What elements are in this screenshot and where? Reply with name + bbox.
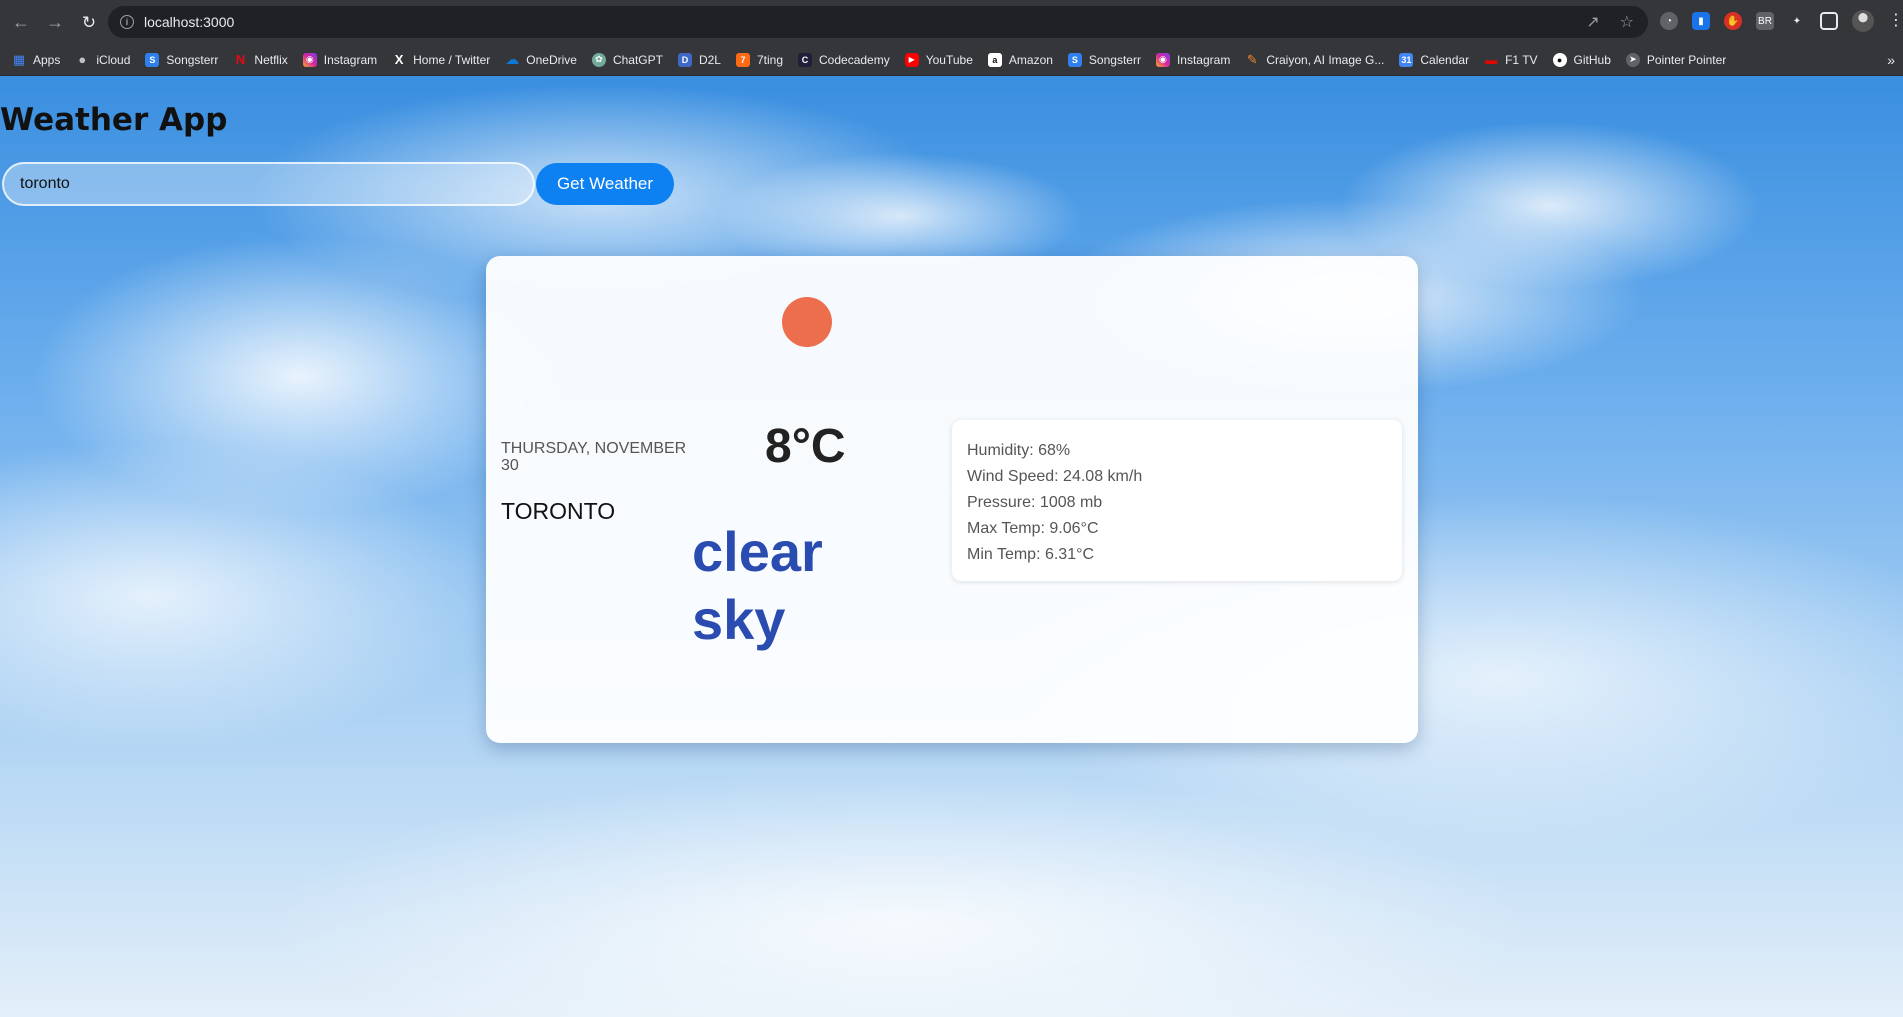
calendar-icon: 31 bbox=[1399, 52, 1414, 67]
bookmark-onedrive[interactable]: ☁ OneDrive bbox=[505, 51, 577, 67]
weather-description: clear sky bbox=[692, 520, 823, 652]
reload-icon[interactable]: ↻ bbox=[76, 9, 102, 35]
bookmark-codecademy[interactable]: C Codecademy bbox=[798, 52, 890, 67]
bookmark-netflix[interactable]: N Netflix bbox=[233, 52, 288, 67]
bookmark-twitter[interactable]: X Home / Twitter bbox=[392, 52, 490, 67]
bookmark-songsterr-2[interactable]: S Songsterr bbox=[1067, 52, 1141, 67]
browser-toolbar: ← → ↻ i localhost:3000 ↗ ☆ ◔ ▮ ✋ BR ✦ ⋮ bbox=[0, 0, 1903, 44]
extension-adblock-icon[interactable]: ✋ bbox=[1724, 12, 1742, 30]
forward-arrow-icon[interactable]: → bbox=[42, 9, 68, 35]
bookmark-star-icon[interactable]: ☆ bbox=[1620, 12, 1634, 32]
bookmark-7ting[interactable]: 7 7ting bbox=[735, 52, 783, 67]
bookmarks-overflow-icon[interactable]: » bbox=[1887, 52, 1895, 68]
songsterr-icon: S bbox=[1067, 52, 1082, 67]
pointer-icon: ➤ bbox=[1625, 52, 1640, 67]
github-icon: ● bbox=[1552, 52, 1567, 67]
weather-city: Toronto bbox=[501, 498, 616, 524]
bookmark-calendar[interactable]: 31 Calendar bbox=[1399, 52, 1469, 67]
d2l-icon: D bbox=[677, 52, 692, 67]
craiyon-icon: ✎ bbox=[1246, 51, 1258, 67]
min-temp-text: Min Temp: 6.31°C bbox=[967, 546, 1095, 563]
extension-speed-icon[interactable]: ◔ bbox=[1660, 12, 1678, 30]
side-panel-icon[interactable] bbox=[1820, 12, 1838, 30]
songsterr-icon: S bbox=[145, 52, 160, 67]
wind-speed-text: Wind Speed: 24.08 km/h bbox=[967, 468, 1143, 485]
city-search-input[interactable] bbox=[2, 162, 535, 206]
share-icon[interactable]: ↗ bbox=[1586, 12, 1599, 32]
bookmark-github[interactable]: ● GitHub bbox=[1552, 52, 1611, 67]
pressure-text: Pressure: 1008 mb bbox=[967, 494, 1103, 511]
get-weather-button[interactable]: Get Weather bbox=[536, 163, 674, 205]
site-info-icon[interactable]: i bbox=[120, 15, 134, 29]
max-temp-text: Max Temp: 9.06°C bbox=[967, 520, 1099, 537]
address-bar[interactable]: i localhost:3000 ↗ ☆ bbox=[108, 6, 1648, 38]
codecademy-icon: C bbox=[798, 52, 813, 67]
url-text[interactable]: localhost:3000 bbox=[144, 14, 234, 30]
page-viewport: Weather App Get Weather Thursday, Novemb… bbox=[0, 76, 1903, 1017]
bookmark-icloud[interactable]: ● iCloud bbox=[75, 52, 130, 67]
weather-card: Thursday, November 30 Toronto 8°C clear … bbox=[486, 256, 1418, 743]
instagram-icon: ◉ bbox=[1155, 52, 1170, 67]
bookmarks-bar: ▦ Apps ● iCloud S Songsterr N Netflix ◉ Insta… bbox=[0, 44, 1903, 76]
humidity-text: Humidity: 68% bbox=[967, 442, 1071, 459]
instagram-icon: ◉ bbox=[302, 52, 317, 67]
extension-bookmark-icon[interactable]: ▮ bbox=[1692, 12, 1710, 30]
extension-br-icon[interactable]: BR bbox=[1756, 12, 1774, 30]
bookmark-f1tv[interactable]: ▬ F1 TV bbox=[1484, 53, 1537, 67]
back-arrow-icon[interactable]: ← bbox=[8, 9, 34, 35]
7ting-icon: 7 bbox=[735, 52, 750, 67]
youtube-icon: ▶ bbox=[904, 52, 919, 67]
browser-menu-icon[interactable]: ⋮ bbox=[1888, 13, 1903, 29]
x-icon: X bbox=[394, 52, 404, 67]
bookmark-d2l[interactable]: D D2L bbox=[677, 52, 721, 67]
bookmark-pointer-pointer[interactable]: ➤ Pointer Pointer bbox=[1625, 52, 1726, 67]
netflix-icon: N bbox=[235, 52, 246, 67]
profile-avatar[interactable] bbox=[1852, 10, 1874, 32]
apple-icon: ● bbox=[78, 52, 87, 67]
chatgpt-icon: ✿ bbox=[591, 52, 606, 67]
weather-date: Thursday, November 30 bbox=[501, 440, 687, 474]
onedrive-icon: ☁ bbox=[505, 51, 520, 67]
bookmark-amazon[interactable]: a Amazon bbox=[987, 52, 1053, 67]
bookmark-youtube[interactable]: ▶ YouTube bbox=[904, 52, 973, 67]
weather-temperature: 8°C bbox=[765, 420, 846, 473]
bookmark-instagram-2[interactable]: ◉ Instagram bbox=[1155, 52, 1230, 67]
bookmark-craiyon[interactable]: ✎ Craiyon, AI Image G... bbox=[1245, 51, 1385, 67]
f1-icon: ▬ bbox=[1485, 52, 1498, 67]
amazon-icon: a bbox=[987, 52, 1002, 67]
bookmark-chatgpt[interactable]: ✿ ChatGPT bbox=[591, 52, 663, 67]
extensions-puzzle-icon[interactable]: ✦ bbox=[1788, 12, 1806, 30]
bookmark-apps[interactable]: ▦ Apps bbox=[12, 51, 61, 67]
sun-icon bbox=[782, 297, 832, 347]
bookmark-instagram[interactable]: ◉ Instagram bbox=[302, 52, 377, 67]
bookmark-songsterr[interactable]: S Songsterr bbox=[145, 52, 218, 67]
page-title: Weather App bbox=[0, 102, 228, 138]
weather-details-panel: Humidity: 68% Wind Speed: 24.08 km/h Pre… bbox=[952, 420, 1402, 581]
apps-grid-icon: ▦ bbox=[12, 51, 26, 67]
